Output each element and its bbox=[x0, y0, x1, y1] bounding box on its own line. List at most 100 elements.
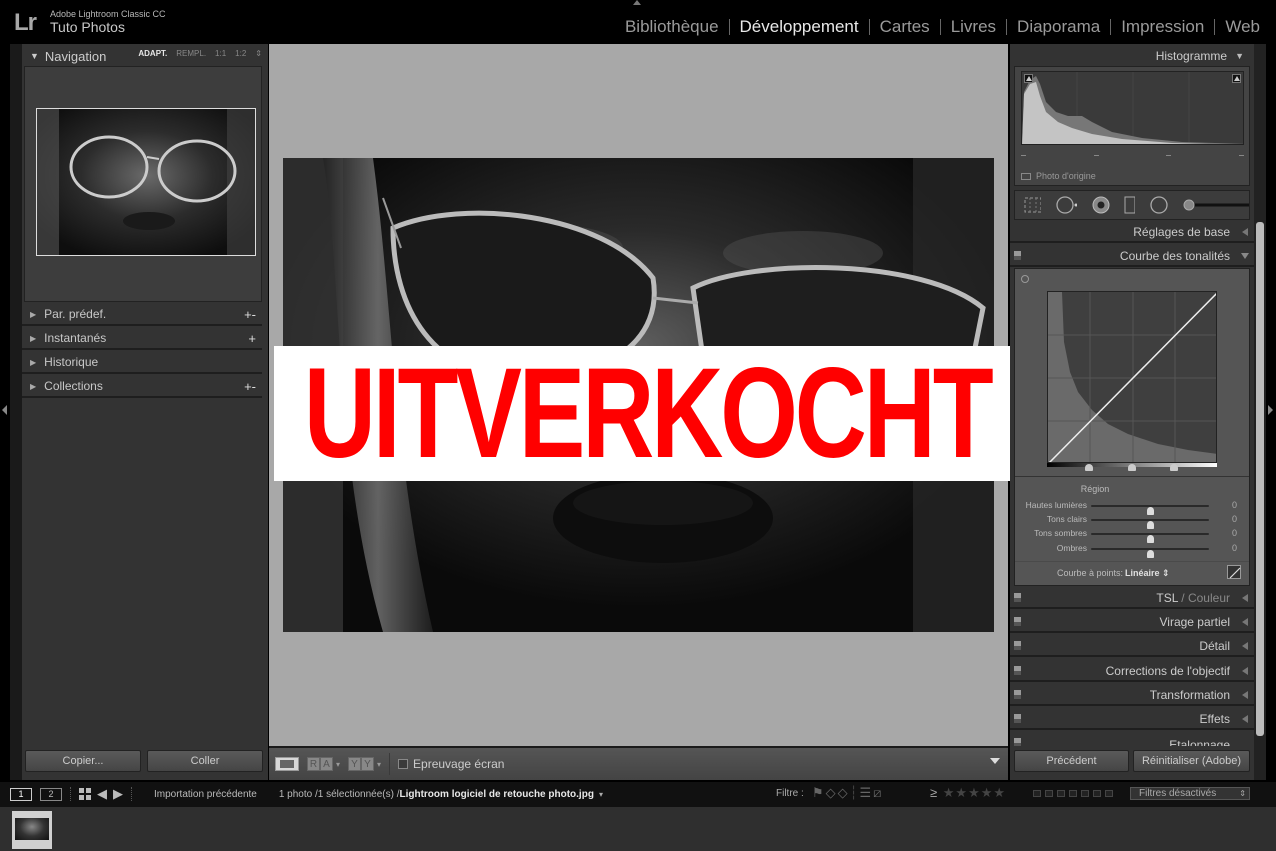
lens-corrections-section-header[interactable]: Corrections de l'objectif bbox=[1010, 660, 1254, 682]
swap-before-after[interactable]: Y Y bbox=[348, 757, 375, 771]
targeted-adjustment-icon[interactable] bbox=[1021, 275, 1029, 283]
graduated-filter-icon[interactable] bbox=[1124, 196, 1136, 214]
effects-section-header[interactable]: Effets bbox=[1010, 708, 1254, 730]
module-library[interactable]: Bibliothèque bbox=[615, 17, 729, 37]
point-curve-select[interactable]: Linéaire ⇕ bbox=[1125, 568, 1170, 579]
shadows-slider[interactable] bbox=[1091, 548, 1209, 558]
spot-removal-icon[interactable] bbox=[1055, 195, 1078, 215]
forward-arrow-icon[interactable]: ▶ bbox=[113, 786, 123, 802]
split-toning-section-header[interactable]: Virage partiel bbox=[1010, 611, 1254, 633]
snapshots-section[interactable]: ▶ Instantanés + bbox=[22, 328, 262, 350]
main-window-button[interactable]: 1 bbox=[10, 787, 32, 801]
module-slideshow[interactable]: Diaporama bbox=[1007, 17, 1110, 37]
transform-section-header[interactable]: Transformation bbox=[1010, 684, 1254, 706]
slider-value[interactable]: 0 bbox=[1232, 500, 1237, 510]
slider-value[interactable]: 0 bbox=[1232, 528, 1237, 538]
presets-section[interactable]: ▶ Par. prédef. +- bbox=[22, 304, 262, 326]
calibration-section-header[interactable]: Etalonnage bbox=[1010, 732, 1254, 746]
dropdown-icon[interactable]: ▾ bbox=[377, 760, 381, 769]
zoom-1-1[interactable]: 1:1 bbox=[215, 49, 226, 58]
panel-switch-icon[interactable] bbox=[1014, 593, 1021, 602]
edit-point-curve-icon[interactable] bbox=[1227, 565, 1241, 579]
soft-proof-checkbox[interactable] bbox=[398, 759, 409, 769]
original-photo-toggle[interactable]: Photo d'origine bbox=[1021, 171, 1096, 181]
color-label[interactable]: Couleur bbox=[1188, 591, 1230, 605]
flag-unflagged-icon[interactable]: ◇ bbox=[826, 785, 836, 801]
dropdown-icon[interactable]: ▾ bbox=[336, 760, 340, 769]
shadow-clipping-icon[interactable] bbox=[1024, 74, 1033, 83]
grid-view-icon[interactable] bbox=[79, 788, 91, 800]
slider-knob[interactable] bbox=[1147, 550, 1154, 558]
collapse-top-panel-icon[interactable] bbox=[633, 0, 641, 5]
unedited-filter-icon[interactable]: ⧄ bbox=[873, 785, 881, 801]
add-snapshot-icon[interactable]: + bbox=[248, 331, 256, 346]
edited-filter-icon[interactable]: ☰ bbox=[859, 785, 871, 801]
module-map[interactable]: Cartes bbox=[870, 17, 940, 37]
module-web[interactable]: Web bbox=[1215, 17, 1270, 37]
toolbar-menu-icon[interactable] bbox=[990, 758, 1000, 764]
color-filter-green[interactable] bbox=[1057, 790, 1065, 797]
secondary-window-button[interactable]: 2 bbox=[40, 787, 62, 801]
zoom-fill[interactable]: REMPL. bbox=[176, 49, 206, 58]
color-filter-red[interactable] bbox=[1033, 790, 1041, 797]
lights-slider[interactable] bbox=[1091, 519, 1209, 529]
filename-dropdown-icon[interactable]: ▾ bbox=[599, 790, 603, 799]
previous-button[interactable]: Précédent bbox=[1014, 750, 1129, 772]
panel-switch-icon[interactable] bbox=[1014, 666, 1021, 675]
panel-switch-icon[interactable] bbox=[1014, 251, 1021, 260]
color-filter-custom[interactable] bbox=[1093, 790, 1101, 797]
original-photo-checkbox[interactable] bbox=[1021, 172, 1031, 180]
hsl-label[interactable]: TSL bbox=[1156, 591, 1178, 605]
detail-section-header[interactable]: Détail bbox=[1010, 635, 1254, 657]
add-preset-icon[interactable]: +- bbox=[244, 307, 256, 322]
panel-switch-icon[interactable] bbox=[1014, 641, 1021, 650]
basic-section-header[interactable]: Réglages de base bbox=[1010, 221, 1254, 243]
panel-switch-icon[interactable] bbox=[1014, 738, 1021, 746]
add-collection-icon[interactable]: +- bbox=[244, 379, 256, 394]
histogram-header[interactable]: Histogramme ▼ bbox=[1156, 45, 1244, 67]
navigator-thumbnail[interactable] bbox=[36, 108, 256, 256]
module-develop[interactable]: Développement bbox=[730, 17, 869, 37]
module-book[interactable]: Livres bbox=[941, 17, 1006, 37]
collapse-left-panel-icon[interactable] bbox=[2, 405, 7, 415]
split-midtones-handle[interactable] bbox=[1128, 464, 1136, 471]
before-after-toggle[interactable]: R A bbox=[307, 757, 333, 771]
zoom-1-2[interactable]: 1:2 bbox=[235, 49, 246, 58]
flag-picked-icon[interactable]: ⚑ bbox=[812, 785, 824, 801]
darks-slider[interactable] bbox=[1091, 533, 1209, 543]
highlight-clipping-icon[interactable] bbox=[1232, 74, 1241, 83]
tone-curve-header[interactable]: Courbe des tonalités bbox=[1010, 245, 1254, 267]
copy-settings-button[interactable]: Copier... bbox=[25, 750, 141, 772]
right-panel-scrollbar[interactable] bbox=[1256, 222, 1264, 736]
color-filter-yellow[interactable] bbox=[1045, 790, 1053, 797]
split-highlights-handle[interactable] bbox=[1170, 464, 1178, 471]
flag-rejected-icon[interactable]: ◇ bbox=[838, 785, 848, 801]
collections-section[interactable]: ▶ Collections +- bbox=[22, 376, 262, 398]
loupe-view-button[interactable] bbox=[275, 757, 299, 771]
reset-button[interactable]: Réinitialiser (Adobe) bbox=[1133, 750, 1250, 772]
panel-switch-icon[interactable] bbox=[1014, 617, 1021, 626]
color-filter-blue[interactable] bbox=[1069, 790, 1077, 797]
filter-preset-select[interactable]: Filtres désactivés bbox=[1130, 787, 1250, 800]
hsl-section-header[interactable]: TSL / Couleur bbox=[1010, 587, 1254, 609]
filmstrip-thumbnail[interactable] bbox=[12, 811, 52, 849]
collapse-right-panel-icon[interactable] bbox=[1268, 405, 1273, 415]
source-label[interactable]: Importation précédente bbox=[154, 789, 257, 800]
slider-value[interactable]: 0 bbox=[1232, 514, 1237, 524]
zoom-fit[interactable]: ADAPT. bbox=[138, 49, 167, 58]
module-print[interactable]: Impression bbox=[1111, 17, 1214, 37]
highlights-slider[interactable] bbox=[1091, 505, 1209, 515]
radial-filter-icon[interactable] bbox=[1149, 195, 1168, 215]
history-section[interactable]: ▶ Historique bbox=[22, 352, 262, 374]
paste-settings-button[interactable]: Coller bbox=[147, 750, 263, 772]
back-arrow-icon[interactable]: ◀ bbox=[97, 786, 107, 802]
panel-switch-icon[interactable] bbox=[1014, 690, 1021, 699]
color-filter-purple[interactable] bbox=[1081, 790, 1089, 797]
red-eye-icon[interactable] bbox=[1091, 195, 1110, 215]
panel-switch-icon[interactable] bbox=[1014, 714, 1021, 723]
crop-tool-icon[interactable] bbox=[1024, 197, 1041, 213]
rating-filter[interactable]: ≥ ★★★★★ bbox=[930, 785, 1006, 801]
filename[interactable]: Lightroom logiciel de retouche photo.jpg bbox=[399, 789, 593, 800]
slider-value[interactable]: 0 bbox=[1232, 543, 1237, 553]
tone-curve-graph[interactable] bbox=[1047, 291, 1217, 463]
